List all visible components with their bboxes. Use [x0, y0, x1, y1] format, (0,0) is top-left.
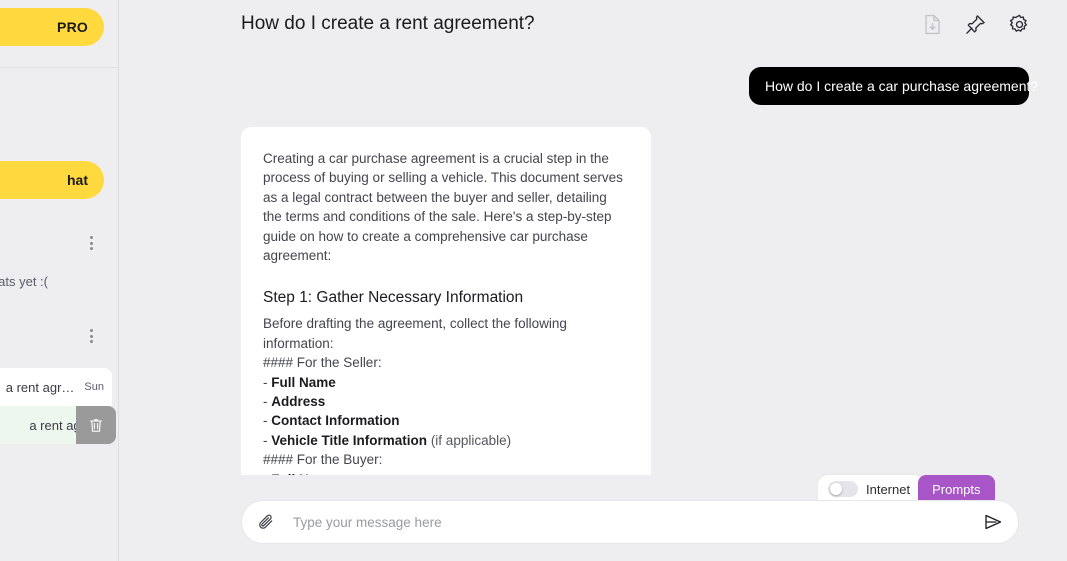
section-overflow-menu-icon[interactable] [83, 234, 99, 252]
toggle-knob [830, 483, 842, 495]
assistant-step-heading: Step 1: Gather Necessary Information [263, 289, 524, 307]
pro-button-label: PRO [57, 19, 88, 35]
list-bullet: - [263, 374, 268, 390]
assistant-list-item: - Full Name [263, 470, 627, 475]
app-root: PRO hat ats yet :( a rent agr… Sun a ren… [0, 0, 1067, 561]
list-bullet: - [263, 413, 268, 429]
assistant-intro-paragraph: Creating a car purchase agreement is a c… [263, 151, 623, 264]
empty-chats-message: ats yet :( [0, 274, 48, 289]
send-icon [985, 514, 1002, 530]
assistant-buyer-heading: #### For the Buyer: [263, 452, 383, 468]
list-bullet: - [263, 472, 268, 475]
chat-history-list: a rent agr… Sun a rent agr… [0, 368, 116, 444]
assistant-list-item: - Full Name [263, 373, 627, 392]
main-panel: How do I create a rent agreement? How do… [120, 0, 1067, 561]
gear-icon[interactable] [1009, 14, 1030, 35]
assistant-list-item: - Vehicle Title Information (if applicab… [263, 431, 627, 450]
main-header: How do I create a rent agreement? [120, 0, 1067, 52]
pin-icon[interactable] [965, 14, 986, 35]
kebab-dot [89, 340, 93, 343]
assistant-list-item: - Address [263, 392, 627, 411]
kebab-dot [89, 247, 93, 250]
assistant-list-item: - Contact Information [263, 411, 627, 430]
user-message-text: How do I create a car purchase agreement… [765, 78, 1039, 94]
new-chat-button[interactable]: hat [0, 161, 104, 199]
chat-section-overflow-menu-icon[interactable] [83, 327, 99, 345]
message-composer [241, 500, 1019, 544]
internet-toggle-label: Internet [866, 481, 911, 497]
prompts-tab-label: Prompts [932, 481, 981, 497]
kebab-dot [89, 334, 93, 338]
list-bullet: - [263, 432, 268, 448]
list-item-label: Contact Information [271, 413, 400, 429]
sidebar: PRO hat ats yet :( a rent agr… Sun a ren… [0, 0, 119, 561]
assistant-step-intro: Before drafting the agreement, collect t… [263, 316, 567, 351]
internet-toggle[interactable]: Internet [818, 475, 925, 503]
kebab-dot [89, 241, 93, 245]
chat-list-item[interactable]: a rent agr… Sun [0, 368, 112, 406]
user-message-bubble: How do I create a car purchase agreement… [749, 67, 1038, 106]
composer-options-row: Internet Prompts [818, 475, 995, 503]
pro-upgrade-button[interactable]: PRO [0, 8, 104, 46]
list-item-label: Vehicle Title Information [271, 432, 428, 448]
chat-item-title: a rent agr… [5, 379, 75, 395]
chat-list-item[interactable]: a rent agr… [0, 406, 116, 444]
kebab-dot [89, 236, 93, 239]
internet-toggle-switch[interactable] [828, 481, 858, 497]
header-actions [923, 14, 1030, 35]
chat-item-timestamp: Sun [84, 381, 104, 393]
assistant-seller-heading: #### For the Seller: [263, 355, 382, 371]
file-download-icon[interactable] [923, 14, 942, 35]
delete-chat-button[interactable] [76, 406, 116, 444]
list-item-label: Address [271, 394, 326, 410]
paperclip-icon[interactable] [258, 513, 275, 531]
list-item-label: Full Name [271, 374, 336, 390]
kebab-dot [89, 329, 93, 332]
list-bullet: - [263, 394, 268, 410]
new-chat-button-label: hat [67, 172, 88, 188]
prompts-tab[interactable]: Prompts [918, 475, 995, 503]
assistant-message-card: Creating a car purchase agreement is a c… [241, 127, 651, 475]
page-title: How do I create a rent agreement? [241, 13, 535, 34]
message-input[interactable] [293, 514, 972, 530]
trash-icon [89, 418, 103, 432]
list-item-note: (if applicable) [427, 432, 512, 448]
list-item-label: Full Name [271, 472, 336, 475]
send-button[interactable] [982, 511, 1004, 533]
